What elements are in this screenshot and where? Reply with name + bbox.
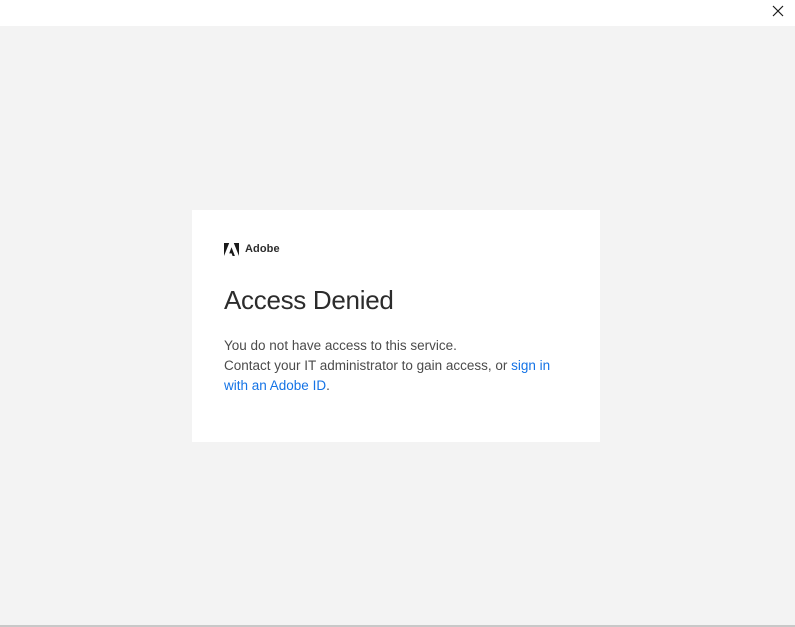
brand-header: Adobe [224, 242, 568, 256]
close-button[interactable] [765, 0, 791, 22]
title-bar [0, 0, 795, 26]
message-body: You do not have access to this service. … [224, 336, 568, 396]
message-line-2: Contact your IT administrator to gain ac… [224, 356, 568, 396]
message-line-2-prefix: Contact your IT administrator to gain ac… [224, 358, 512, 373]
message-line-1: You do not have access to this service. [224, 338, 457, 353]
message-line-2-suffix: . [326, 378, 330, 393]
access-denied-card: Adobe Access Denied You do not have acce… [192, 210, 600, 442]
adobe-logo-icon [224, 242, 239, 256]
brand-name: Adobe [245, 243, 280, 255]
close-icon [772, 5, 784, 17]
app-window: Adobe Access Denied You do not have acce… [0, 0, 795, 627]
page-title: Access Denied [224, 285, 394, 315]
